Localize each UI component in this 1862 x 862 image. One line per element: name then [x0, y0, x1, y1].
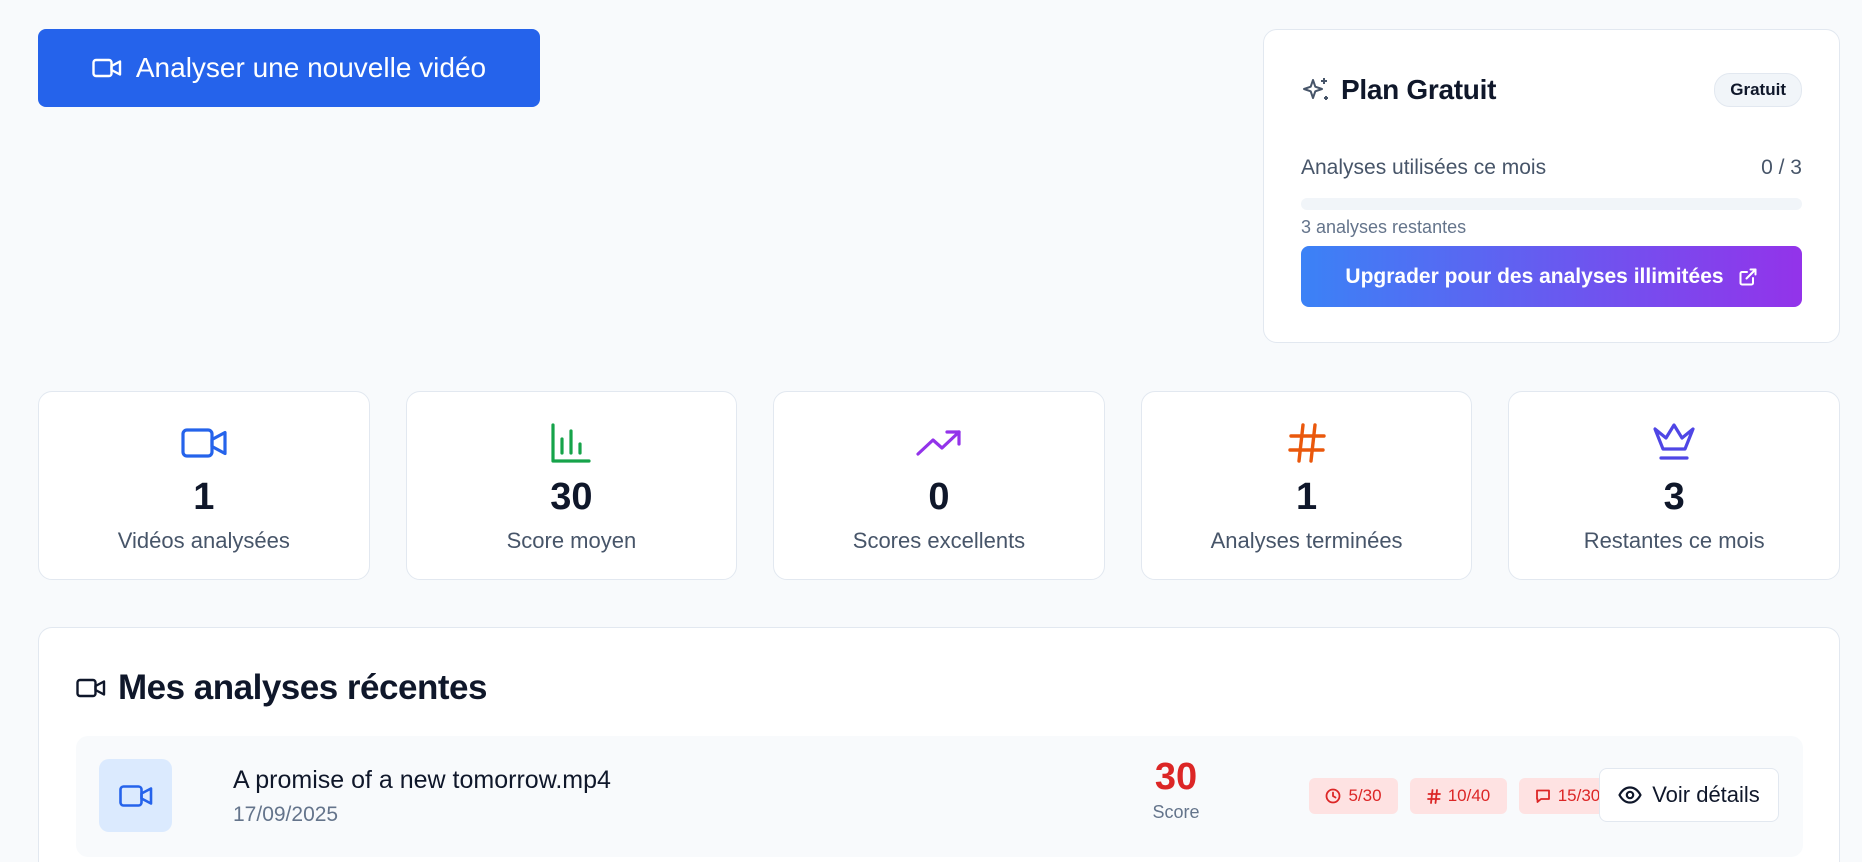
hash-icon — [1287, 421, 1327, 465]
stat-card-excellent-scores: 0 Scores excellents — [773, 391, 1105, 580]
upgrade-button-label: Upgrader pour des analyses illimitées — [1345, 264, 1724, 288]
usage-label: Analyses utilisées ce mois — [1301, 156, 1547, 179]
stat-card-average-score: 30 Score moyen — [405, 391, 738, 580]
external-link-icon — [1738, 267, 1758, 287]
file-name: A promise of a new tomorrow.mp4 — [233, 766, 611, 794]
plan-title: Plan Gratuit — [1341, 74, 1497, 105]
stat-label: Vidéos analysées — [117, 528, 290, 553]
clock-icon — [1325, 788, 1341, 804]
stat-label: Scores excellents — [852, 528, 1026, 553]
metric-value: 5/30 — [1348, 786, 1382, 805]
usage-row: Analyses utilisées ce mois 0 / 3 — [1301, 156, 1802, 180]
hash-icon — [1426, 788, 1441, 804]
crown-icon — [1651, 421, 1697, 465]
video-icon — [118, 784, 153, 808]
plan-badge: Gratuit — [1714, 73, 1802, 107]
stat-label: Analyses terminées — [1210, 528, 1403, 553]
metric-badge-time: 5/30 — [1309, 778, 1398, 814]
analyse-new-video-button[interactable]: Analyser une nouvelle vidéo — [38, 29, 540, 107]
trending-up-icon — [916, 421, 962, 465]
section-title: Mes analyses récentes — [118, 668, 487, 707]
view-details-button[interactable]: Voir détails — [1599, 768, 1779, 822]
stat-card-completed: 1 Analyses terminées — [1140, 391, 1473, 580]
stat-value: 3 — [1663, 476, 1685, 518]
recent-analyses-card: Mes analyses récentes A promise of a new… — [38, 627, 1840, 862]
stat-value: 30 — [550, 476, 593, 518]
stat-card-videos: 1 Vidéos analysées — [38, 391, 370, 580]
video-icon — [181, 421, 227, 465]
stat-label: Restantes ce mois — [1583, 528, 1765, 553]
stat-label: Score moyen — [506, 528, 637, 553]
file-date: 17/09/2025 — [233, 803, 339, 826]
stat-value: 1 — [193, 476, 215, 518]
bar-chart-icon — [550, 421, 592, 465]
video-thumbnail — [99, 759, 172, 832]
remaining-text: 3 analyses restantes — [1301, 217, 1467, 237]
metric-value: 15/30 — [1557, 786, 1601, 805]
score-label: Score — [1152, 802, 1200, 822]
view-details-label: Voir détails — [1652, 782, 1760, 807]
analysis-row: A promise of a new tomorrow.mp4 17/09/20… — [76, 736, 1803, 857]
stats-grid: 1 Vidéos analysées 30 Score moyen 0 Scor… — [38, 391, 1840, 580]
message-icon — [1535, 788, 1551, 804]
stat-card-remaining: 3 Restantes ce mois — [1508, 391, 1840, 580]
stat-value: 1 — [1296, 476, 1318, 518]
metric-badge-hashtags: 10/40 — [1410, 778, 1507, 814]
eye-icon — [1618, 786, 1642, 804]
score-value: 30 — [1154, 756, 1198, 798]
analyse-button-label: Analyser une nouvelle vidéo — [135, 52, 487, 83]
usage-value: 0 / 3 — [1761, 156, 1802, 179]
sparkles-icon — [1301, 75, 1331, 105]
metric-value: 10/40 — [1447, 786, 1491, 805]
upgrade-button[interactable]: Upgrader pour des analyses illimitées — [1301, 246, 1802, 307]
video-icon — [92, 57, 122, 79]
plan-card: Plan Gratuit Gratuit Analyses utilisées … — [1263, 29, 1840, 343]
usage-progress-bar — [1301, 198, 1802, 210]
score-block: 30 Score — [1148, 758, 1204, 823]
stat-value: 0 — [928, 476, 950, 518]
video-icon — [76, 677, 106, 699]
